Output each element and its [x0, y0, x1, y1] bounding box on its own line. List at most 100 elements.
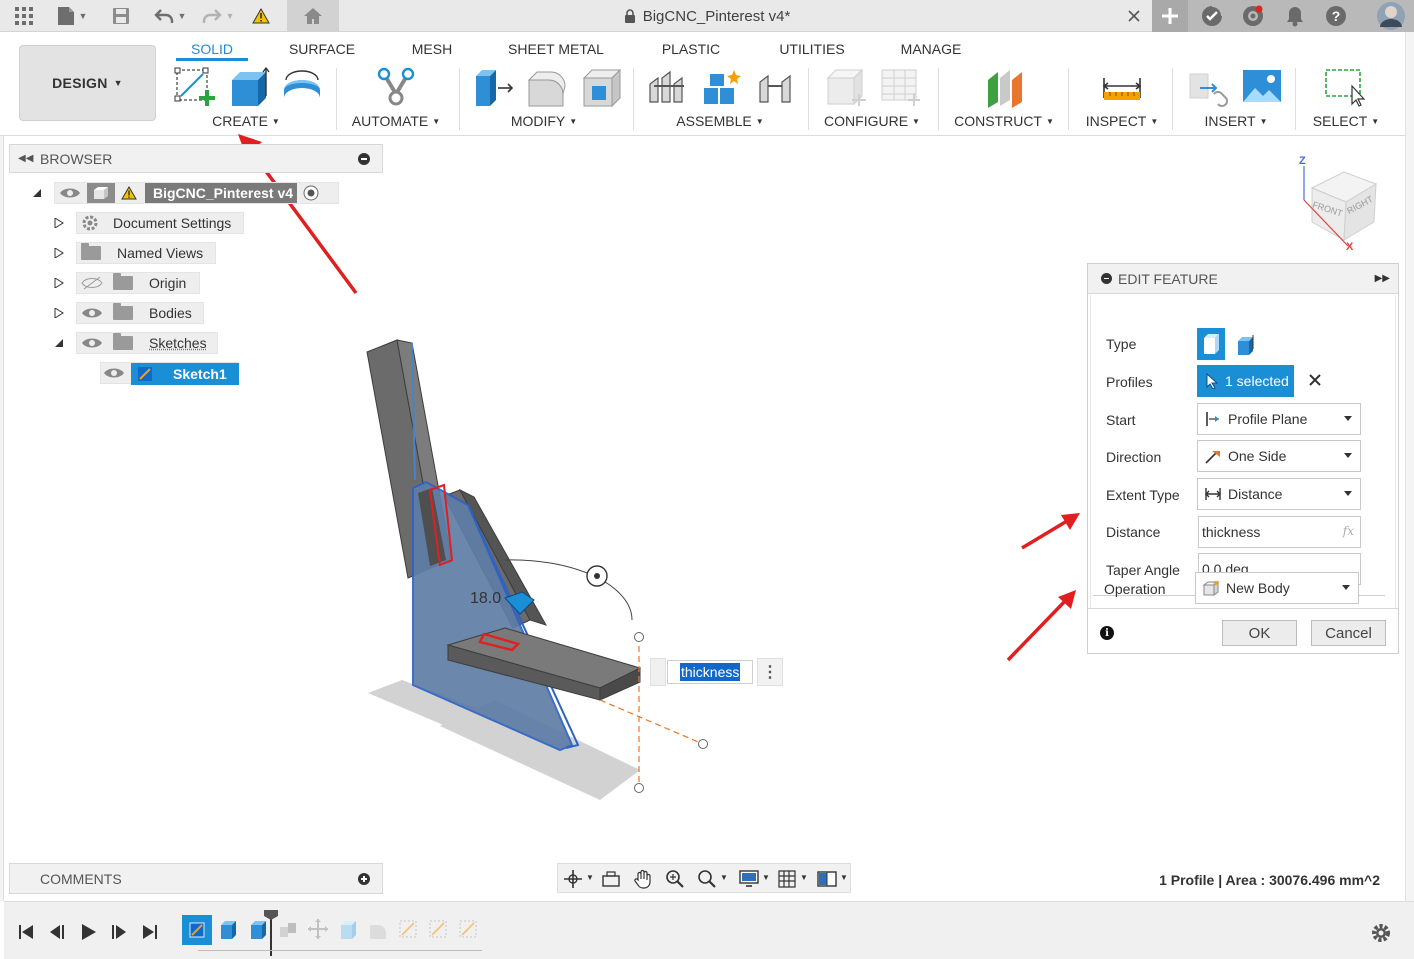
press-pull-icon[interactable]: [472, 66, 516, 108]
automate-menu[interactable]: AUTOMATE ▼: [346, 112, 446, 130]
collapsed-arrow-icon[interactable]: [54, 218, 64, 228]
eye-icon[interactable]: [103, 366, 125, 380]
more-options-icon[interactable]: ⋮: [757, 658, 783, 686]
insert-canvas-icon[interactable]: [1240, 66, 1284, 108]
create-sketch-icon[interactable]: [173, 66, 217, 108]
manipulator-ring[interactable]: [586, 565, 608, 587]
collapsed-arrow-icon[interactable]: [54, 308, 64, 318]
info-icon[interactable]: i: [1100, 626, 1114, 640]
home-tab[interactable]: [287, 0, 339, 32]
step-back-icon[interactable]: [47, 922, 67, 942]
timeline-item-move[interactable]: [306, 917, 330, 941]
collapsed-arrow-icon[interactable]: [54, 248, 64, 258]
step-forward-icon[interactable]: [109, 922, 129, 942]
insert-menu[interactable]: INSERT ▼: [1196, 112, 1276, 130]
timeline-item-sketch[interactable]: [456, 917, 480, 941]
construct-plane-icon[interactable]: [982, 66, 1026, 108]
chevron-down-icon[interactable]: ▼: [720, 873, 728, 882]
collapse-panel-icon[interactable]: ◀◀: [18, 153, 34, 164]
create-menu[interactable]: CREATE ▼: [205, 112, 287, 130]
expanded-arrow-icon[interactable]: [54, 338, 64, 348]
timeline-item-extrude[interactable]: [216, 917, 240, 941]
inspect-menu[interactable]: INSPECT ▼: [1082, 112, 1162, 130]
zoom-icon[interactable]: [664, 868, 686, 890]
close-document-button[interactable]: [1122, 0, 1146, 32]
extensions-icon[interactable]: [1241, 4, 1265, 28]
type-solid-button[interactable]: [1197, 328, 1225, 360]
viewcube-front-label[interactable]: FRONT: [1311, 199, 1344, 218]
dimension-handle[interactable]: [634, 632, 644, 642]
tab-utilities[interactable]: UTILITIES: [772, 38, 852, 60]
tab-surface[interactable]: SURFACE: [282, 38, 362, 60]
new-tab-button[interactable]: [1152, 0, 1188, 32]
direction-select[interactable]: One Side: [1197, 440, 1361, 472]
new-component-icon[interactable]: [646, 66, 690, 108]
timeline-item-sketch[interactable]: [396, 917, 420, 941]
tab-manage[interactable]: MANAGE: [893, 38, 969, 60]
function-icon[interactable]: fx: [1343, 524, 1354, 538]
profiles-selection-button[interactable]: 1 selected: [1197, 365, 1294, 397]
cancel-button[interactable]: Cancel: [1311, 620, 1386, 646]
dimension-handle[interactable]: [634, 783, 644, 793]
measure-icon[interactable]: [1100, 66, 1144, 108]
job-status-icon[interactable]: [1200, 4, 1224, 28]
extent-type-select[interactable]: Distance: [1197, 478, 1361, 510]
minimize-icon[interactable]: [358, 153, 370, 165]
undo-button[interactable]: ▼: [150, 0, 190, 32]
warning-icon[interactable]: [248, 0, 274, 32]
assemble-joint-icon[interactable]: [700, 66, 744, 108]
chevron-down-icon[interactable]: ▼: [762, 873, 770, 882]
start-select[interactable]: Profile Plane: [1197, 403, 1361, 435]
timeline-item-joint[interactable]: [276, 917, 300, 941]
clear-selection-icon[interactable]: [1306, 371, 1324, 389]
as-built-joint-icon[interactable]: [754, 66, 798, 108]
add-comment-icon[interactable]: [358, 873, 370, 885]
modify-menu[interactable]: MODIFY ▼: [500, 112, 588, 130]
timeline-item-extrude[interactable]: [246, 917, 270, 941]
collapsed-arrow-icon[interactable]: [54, 278, 64, 288]
activate-radio-icon[interactable]: [303, 185, 319, 201]
edit-feature-header[interactable]: EDIT FEATURE ▶▶: [1088, 264, 1398, 294]
select-window-icon[interactable]: [1322, 66, 1366, 108]
workspace-switcher[interactable]: DESIGN ▼: [19, 45, 156, 121]
ok-button[interactable]: OK: [1222, 620, 1297, 646]
tree-item-sketches[interactable]: Sketches: [52, 331, 252, 355]
document-title[interactable]: BigCNC_Pinterest v4*: [643, 8, 791, 25]
redo-button[interactable]: ▼: [198, 0, 238, 32]
orbit-icon[interactable]: [562, 868, 584, 890]
timeline-item-sketch[interactable]: [182, 915, 212, 945]
minimize-icon[interactable]: [1101, 273, 1112, 284]
extrude-icon[interactable]: [226, 66, 270, 108]
tab-mesh[interactable]: MESH: [404, 38, 460, 60]
play-icon[interactable]: [78, 922, 98, 942]
select-menu[interactable]: SELECT ▼: [1306, 112, 1386, 130]
eye-icon[interactable]: [81, 336, 103, 350]
operation-select[interactable]: New Body: [1195, 572, 1359, 604]
apps-grid-icon[interactable]: [10, 0, 38, 32]
zoom-window-icon[interactable]: [696, 868, 718, 890]
timeline-item-fillet[interactable]: [366, 917, 390, 941]
go-to-end-icon[interactable]: [140, 922, 160, 942]
revolve-icon[interactable]: [280, 66, 324, 108]
expanded-arrow-icon[interactable]: [32, 188, 42, 198]
help-icon[interactable]: ?: [1324, 4, 1348, 28]
insert-derive-icon[interactable]: [1186, 66, 1230, 108]
right-scrollbar[interactable]: [1405, 32, 1414, 902]
configure-body-icon[interactable]: [824, 66, 868, 108]
user-avatar[interactable]: [1376, 1, 1406, 31]
grid-icon[interactable]: [776, 868, 798, 890]
timeline-settings-gear-icon[interactable]: [1370, 922, 1392, 944]
tab-solid[interactable]: SOLID: [176, 38, 248, 60]
distance-dimension-input[interactable]: thickness: [667, 660, 753, 684]
fillet-icon[interactable]: [525, 66, 569, 108]
display-settings-icon[interactable]: [738, 868, 760, 890]
tree-item-origin[interactable]: Origin: [52, 271, 252, 295]
look-at-icon[interactable]: [600, 868, 622, 890]
chevron-down-icon[interactable]: ▼: [586, 873, 594, 882]
chevron-down-icon[interactable]: ▼: [800, 873, 808, 882]
eye-icon[interactable]: [81, 306, 103, 320]
timeline-item-sketch[interactable]: [426, 917, 450, 941]
tree-root[interactable]: BigCNC_Pinterest v4: [30, 181, 350, 205]
dimension-input-grip[interactable]: [650, 658, 666, 686]
file-menu-button[interactable]: ▼: [52, 0, 92, 32]
